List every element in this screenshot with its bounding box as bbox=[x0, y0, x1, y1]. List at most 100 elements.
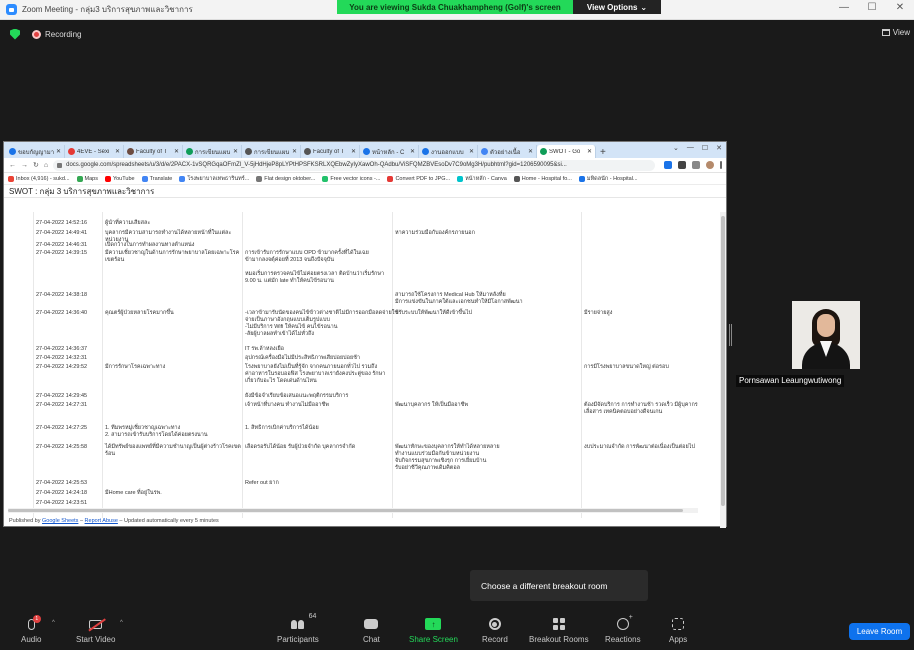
profile-avatar-icon[interactable] bbox=[706, 161, 714, 169]
browser-tab[interactable]: ตัวอย่างเนื้อ ✕ bbox=[478, 145, 537, 158]
published-footer: Published by Google Sheets – Report Abus… bbox=[9, 518, 219, 524]
breakout-rooms-button[interactable]: Breakout Rooms bbox=[529, 616, 589, 644]
browser-tab[interactable]: 4EVE - Sexi ✕ bbox=[65, 145, 124, 158]
tab-close-icon[interactable]: ✕ bbox=[469, 148, 474, 155]
bookmark-item[interactable]: Translate bbox=[141, 175, 172, 182]
maximize-button[interactable]: ☐ bbox=[864, 2, 880, 13]
participants-button[interactable]: 64 Participants bbox=[277, 613, 319, 644]
audio-button[interactable]: 1 Audio bbox=[21, 614, 41, 644]
bookmark-item[interactable]: Home - Hospital fo... bbox=[513, 175, 572, 182]
participant-video[interactable] bbox=[792, 301, 860, 369]
browser-tab[interactable]: การเขียนแผน ✕ bbox=[183, 145, 242, 158]
table-cell: เลือดรอรับได้น้อย รับผู้ป่วยจำกัด บุคลาก… bbox=[245, 444, 356, 450]
tab-label: ขอบกัญญามาทร bbox=[18, 149, 54, 156]
tab-close-icon[interactable]: ✕ bbox=[292, 148, 297, 155]
reload-icon[interactable]: ↻ bbox=[33, 161, 39, 169]
share-screen-label: Share Screen bbox=[409, 635, 458, 644]
browser-tab[interactable]: SWOT - Go ✕ bbox=[537, 145, 596, 158]
back-icon[interactable]: ← bbox=[9, 162, 16, 169]
browser-tab[interactable]: งานออกแบบ ✕ bbox=[419, 145, 478, 158]
window-minimize-icon[interactable]: — bbox=[687, 144, 694, 152]
new-tab-button[interactable]: + bbox=[596, 147, 610, 158]
browser-tab[interactable]: ขอบกัญญามาทร✕ bbox=[6, 145, 65, 158]
chat-button[interactable]: Chat bbox=[363, 616, 380, 644]
home-icon[interactable]: ⌂ bbox=[44, 162, 48, 169]
record-icon bbox=[488, 618, 501, 630]
bookmark-item[interactable]: Free vector icons -... bbox=[322, 175, 381, 182]
start-video-button[interactable]: Start Video bbox=[76, 616, 115, 644]
tab-label: หน้าหลัก - C bbox=[372, 149, 405, 156]
report-abuse-link[interactable]: Report Abuse bbox=[85, 518, 118, 524]
extension-icon[interactable] bbox=[678, 161, 686, 169]
table-cell: พัฒนาทักษะของบุคลากรให้ทำได้หลายหลาย ทำง… bbox=[395, 444, 500, 471]
google-sheets-link[interactable]: Google Sheets bbox=[42, 518, 78, 524]
bookmark-item[interactable]: YouTube bbox=[104, 175, 135, 182]
view-button[interactable]: View bbox=[881, 28, 910, 37]
tab-close-icon[interactable]: ✕ bbox=[56, 148, 61, 155]
timestamp-cell: 27-04-2022 14:27:25 bbox=[36, 425, 88, 431]
breakout-rooms-icon bbox=[552, 618, 565, 630]
share-screen-button[interactable]: ↑ Share Screen bbox=[409, 616, 458, 644]
audio-caret-icon[interactable]: ^ bbox=[52, 620, 55, 626]
video-caret-icon[interactable]: ^ bbox=[120, 620, 123, 626]
tab-close-icon[interactable]: ✕ bbox=[233, 148, 238, 155]
viewing-banner: You are viewing Sukda Chuakhampheng (Gol… bbox=[337, 0, 661, 14]
apps-button[interactable]: Apps bbox=[669, 616, 687, 644]
bookmark-item[interactable]: Convert PDF to JPG... bbox=[387, 175, 450, 182]
bookmark-item[interactable]: Inbox (4,916) - sukd... bbox=[8, 175, 70, 182]
window-close-icon[interactable]: ✕ bbox=[716, 144, 722, 152]
sheet-grid: 27-04-2022 14:52:16 ผู้นำที่ความเสียสละ 27… bbox=[4, 212, 722, 518]
view-options-button[interactable]: View Options ⌄ bbox=[573, 0, 661, 14]
timestamp-cell: 27-04-2022 14:24:18 bbox=[36, 490, 88, 496]
leave-room-button[interactable]: Leave Room bbox=[849, 623, 910, 640]
browser-tab[interactable]: Faculty of T ✕ bbox=[124, 145, 183, 158]
kebab-menu-icon[interactable] bbox=[720, 161, 722, 169]
extension-icon[interactable] bbox=[692, 161, 700, 169]
bookmark-label: โรงพยาบาลเทพธารินทร์... bbox=[187, 175, 250, 182]
bookmark-item[interactable]: มหิดลนัก - Hospital... bbox=[578, 175, 638, 183]
panel-resize-handle[interactable] bbox=[729, 324, 732, 346]
breakout-rooms-label: Breakout Rooms bbox=[529, 635, 589, 644]
bookmark-item[interactable]: โรงพยาบาลเทพธารินทร์... bbox=[179, 175, 249, 183]
tab-label: ตัวอย่างเนื้อ bbox=[490, 149, 521, 156]
reactions-button[interactable]: + Reactions bbox=[605, 614, 641, 644]
record-button[interactable]: Record bbox=[482, 616, 508, 644]
timestamp-cell: 27-04-2022 14:23:51 bbox=[36, 500, 88, 506]
tab-search-icon[interactable]: ⌄ bbox=[673, 144, 679, 152]
browser-tab[interactable]: Faculty of T ✕ bbox=[301, 145, 360, 158]
tab-favicon-icon bbox=[68, 148, 75, 155]
table-cell: ปรับระบบให้พัฒนาให้ดีเข้าขึ้นไป bbox=[395, 310, 472, 316]
minimize-button[interactable]: — bbox=[836, 2, 852, 13]
table-cell: มีความเชี่ยวชาญในด้านการรักษาพยาบาลโดยเฉ… bbox=[105, 250, 240, 263]
tab-close-icon[interactable]: ✕ bbox=[351, 148, 356, 155]
table-cell: เปิดกว้างในการทำผลงานทางตำแหน่ง bbox=[105, 242, 195, 248]
forward-icon[interactable]: → bbox=[21, 162, 28, 169]
tab-close-icon[interactable]: ✕ bbox=[115, 148, 120, 155]
extension-icon[interactable] bbox=[664, 161, 672, 169]
tab-close-icon[interactable]: ✕ bbox=[587, 148, 592, 155]
bookmark-label: Flat design oktober... bbox=[264, 175, 316, 182]
bookmark-favicon-icon bbox=[578, 175, 585, 182]
bookmark-item[interactable]: Maps bbox=[76, 175, 98, 182]
bookmarks-bar: Inbox (4,916) - sukd... Maps YouTube Transl… bbox=[4, 173, 726, 185]
bookmark-favicon-icon bbox=[141, 175, 148, 182]
tab-close-icon[interactable]: ✕ bbox=[528, 148, 533, 155]
horizontal-scrollbar[interactable] bbox=[8, 508, 698, 513]
browser-tab[interactable]: หน้าหลัก - C ✕ bbox=[360, 145, 419, 158]
breakout-tooltip: Choose a different breakout room bbox=[470, 570, 648, 601]
vertical-scrollbar[interactable] bbox=[720, 212, 726, 528]
shield-icon[interactable] bbox=[10, 28, 20, 40]
close-button[interactable]: ✕ bbox=[892, 2, 908, 13]
recording-indicator[interactable]: Recording bbox=[32, 29, 81, 39]
window-restore-icon[interactable]: ☐ bbox=[702, 144, 708, 152]
bookmark-label: Free vector icons -... bbox=[330, 175, 381, 182]
bookmark-item[interactable]: หน้าหลัก - Canva bbox=[457, 175, 507, 183]
participants-icon: 64 bbox=[291, 613, 316, 629]
tab-close-icon[interactable]: ✕ bbox=[410, 148, 415, 155]
table-cell: มีHome care ที่อยู่ในรพ. bbox=[105, 490, 162, 496]
browser-tab[interactable]: การเขียนแผน ✕ bbox=[242, 145, 301, 158]
table-cell: IT รพ.ล้าหลงเยือ bbox=[245, 346, 284, 352]
address-bar[interactable]: docs.google.com/spreadsheets/u/3/d/e/2PA… bbox=[53, 159, 655, 171]
tab-close-icon[interactable]: ✕ bbox=[174, 148, 179, 155]
bookmark-item[interactable]: Flat design oktober... bbox=[256, 175, 316, 182]
